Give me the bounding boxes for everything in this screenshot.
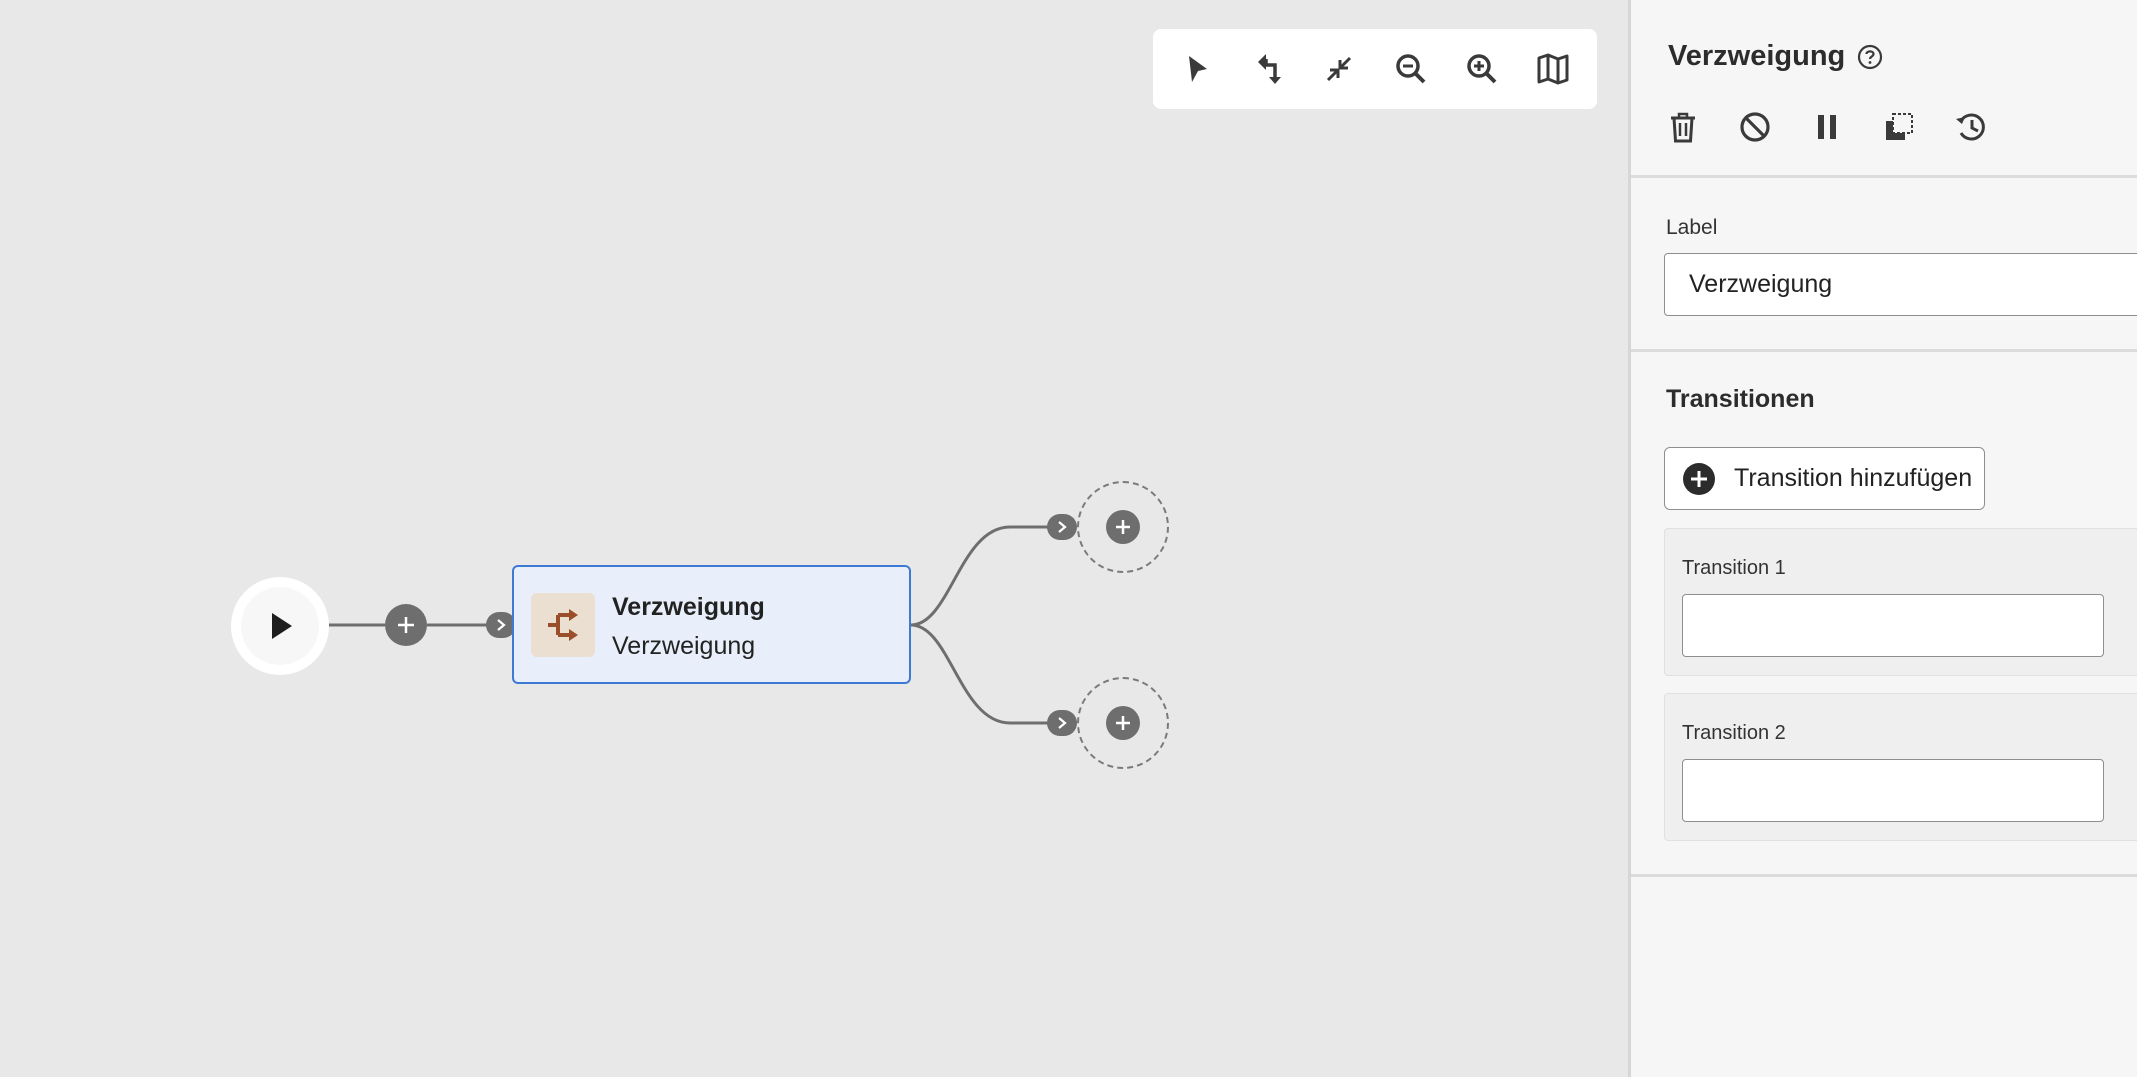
help-icon[interactable] [1856, 43, 1884, 71]
node-subtitle: Verzweigung [612, 632, 756, 660]
add-circle-icon [1683, 462, 1715, 495]
workflow-canvas[interactable]: Verzweigung Verzweigung [0, 0, 1628, 1077]
play-icon [272, 613, 292, 639]
add-transition-button[interactable]: Transition hinzufügen [1664, 447, 1985, 510]
add-transition-label: Transition hinzufügen [1734, 464, 1973, 492]
transition-2-label: Transition 2 [1682, 722, 1786, 744]
panel-divider [1631, 874, 2137, 877]
panel-divider [1631, 175, 2137, 178]
pointer-icon [1189, 56, 1207, 82]
plus-icon [398, 617, 414, 633]
chevron-right-icon [1058, 521, 1067, 533]
start-node[interactable] [231, 577, 329, 675]
transition-2-input[interactable] [1682, 759, 2104, 822]
history-button[interactable] [1949, 103, 1993, 151]
select-tool-button[interactable] [1169, 41, 1225, 97]
branch-icon [548, 609, 578, 641]
zoom-in-icon [1467, 54, 1497, 84]
zoom-out-icon [1395, 54, 1425, 84]
add-activity-placeholder-1[interactable] [1077, 481, 1169, 573]
pause-button[interactable] [1805, 103, 1849, 151]
collapse-icon [1327, 56, 1352, 82]
branch-output-port-1 [1047, 514, 1077, 540]
disable-button[interactable] [1733, 103, 1777, 151]
transitions-section-title: Transitionen [1666, 385, 1815, 413]
transition-card-1: Transition 1 [1664, 528, 2137, 676]
history-icon [1956, 113, 1985, 141]
branch-line-2 [910, 623, 1048, 725]
pause-icon [1818, 115, 1836, 139]
minimap-button[interactable] [1525, 41, 1581, 97]
plus-icon [1116, 716, 1130, 730]
transition-1-input[interactable] [1682, 594, 2104, 657]
add-activity-placeholder-2[interactable] [1077, 677, 1169, 769]
transition-card-2: Transition 2 [1664, 693, 2137, 841]
transition-1-label: Transition 1 [1682, 557, 1786, 579]
copy-icon [1886, 113, 1913, 140]
insert-activity-button[interactable] [385, 604, 427, 646]
start-node-inner [241, 587, 319, 665]
chevron-right-icon [497, 619, 506, 631]
canvas-toolbar [1153, 29, 1597, 109]
node-icon-badge [531, 593, 595, 657]
node-title: Verzweigung [612, 593, 765, 621]
label-field-label: Label [1666, 216, 1718, 239]
add-activity-dot [1106, 706, 1140, 740]
zoom-out-button[interactable] [1383, 41, 1439, 97]
block-icon [1740, 112, 1770, 142]
chevron-right-icon [1058, 717, 1067, 729]
connection-lines [329, 525, 1048, 725]
label-input[interactable] [1664, 253, 2137, 316]
route-tool-button[interactable] [1240, 41, 1296, 97]
zoom-in-button[interactable] [1454, 41, 1510, 97]
duplicate-button[interactable] [1877, 103, 1921, 151]
route-arrows-icon [1258, 54, 1282, 84]
plus-icon [1116, 520, 1130, 534]
panel-actions [1661, 103, 1993, 151]
trash-icon [1671, 112, 1695, 143]
map-icon [1537, 53, 1569, 85]
properties-panel: Verzweigung Label Verzweigung Transition… [1628, 0, 2137, 1077]
add-activity-dot [1106, 510, 1140, 544]
branch-output-port-2 [1047, 710, 1077, 736]
branch-activity-node[interactable]: Verzweigung Verzweigung [512, 565, 911, 684]
branch-line-1 [910, 525, 1048, 627]
collapse-button[interactable] [1311, 41, 1367, 97]
delete-button[interactable] [1661, 103, 1705, 151]
panel-divider [1631, 349, 2137, 352]
panel-title: Verzweigung [1668, 40, 1846, 72]
